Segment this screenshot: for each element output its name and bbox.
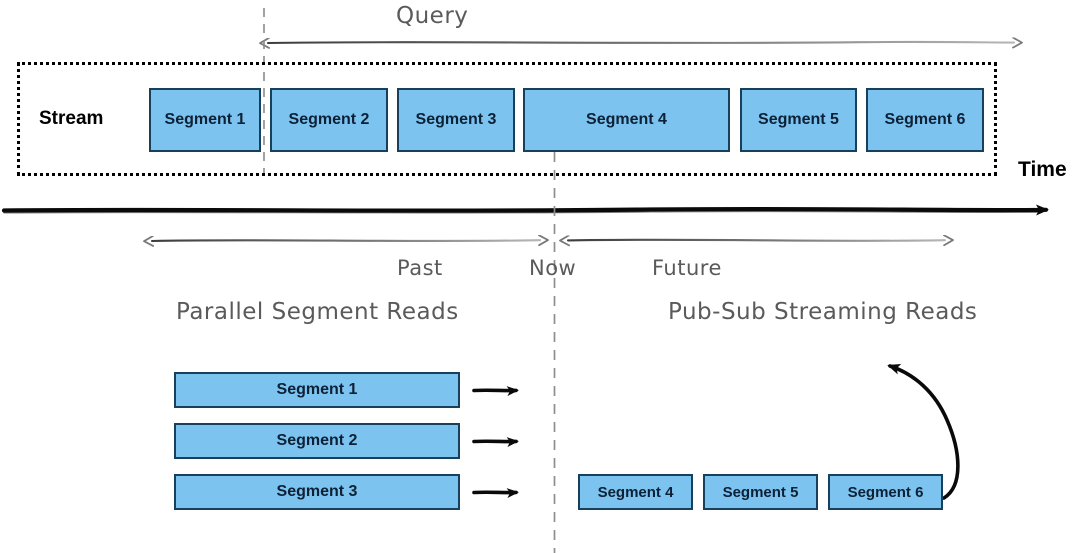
parallel-read-segment-1[interactable]: Segment 1	[174, 372, 460, 408]
parallel-read-segment-3-label: Segment 3	[276, 483, 358, 500]
stream-segment-5-label: Segment 5	[758, 111, 839, 128]
past-arrow-icon	[152, 240, 540, 241]
stream-segment-2-label: Segment 2	[288, 111, 370, 128]
diagram-canvas: Stream Time Query Segment 1 Segment 2 Se…	[0, 0, 1080, 553]
streaming-read-segment-6[interactable]: Segment 6	[828, 474, 943, 510]
streaming-read-segment-4-label: Segment 4	[597, 483, 674, 501]
past-label: Past	[397, 256, 443, 280]
time-axis-arrow-icon	[1, 204, 1049, 216]
future-label: Future	[652, 256, 722, 280]
parallel-read-segment-2-label: Segment 2	[276, 432, 358, 449]
parallel-reads-heading: Parallel Segment Reads	[176, 299, 459, 325]
streaming-read-segment-5-label: Segment 5	[722, 483, 799, 501]
future-arrow-icon	[568, 240, 945, 241]
parallel-read-arrows	[472, 386, 519, 499]
stream-segment-5[interactable]: Segment 5	[740, 88, 857, 152]
streaming-read-segment-6-label: Segment 6	[847, 483, 924, 501]
stream-segment-1-label: Segment 1	[164, 111, 246, 128]
stream-segment-2[interactable]: Segment 2	[270, 88, 388, 152]
query-label: Query	[396, 3, 469, 29]
time-axis-label: Time	[1018, 158, 1067, 181]
stream-segment-1[interactable]: Segment 1	[149, 88, 261, 152]
stream-segment-4-label: Segment 4	[586, 111, 667, 128]
stream-segment-6[interactable]: Segment 6	[866, 88, 984, 152]
pubsub-reads-heading: Pub-Sub Streaming Reads	[668, 299, 978, 325]
streaming-read-segment-4[interactable]: Segment 4	[578, 474, 693, 510]
stream-label: Stream	[39, 108, 104, 129]
streaming-read-segment-5[interactable]: Segment 5	[703, 474, 818, 510]
parallel-read-segment-2[interactable]: Segment 2	[174, 423, 460, 459]
stream-segment-3[interactable]: Segment 3	[397, 88, 515, 152]
stream-segment-6-label: Segment 6	[884, 111, 966, 128]
parallel-read-segment-3[interactable]: Segment 3	[174, 474, 460, 510]
stream-segment-3-label: Segment 3	[415, 111, 497, 128]
stream-segment-4[interactable]: Segment 4	[523, 88, 730, 152]
query-arrow-icon	[268, 42, 1014, 43]
parallel-read-segment-1-label: Segment 1	[276, 381, 358, 398]
now-label: Now	[529, 256, 577, 280]
